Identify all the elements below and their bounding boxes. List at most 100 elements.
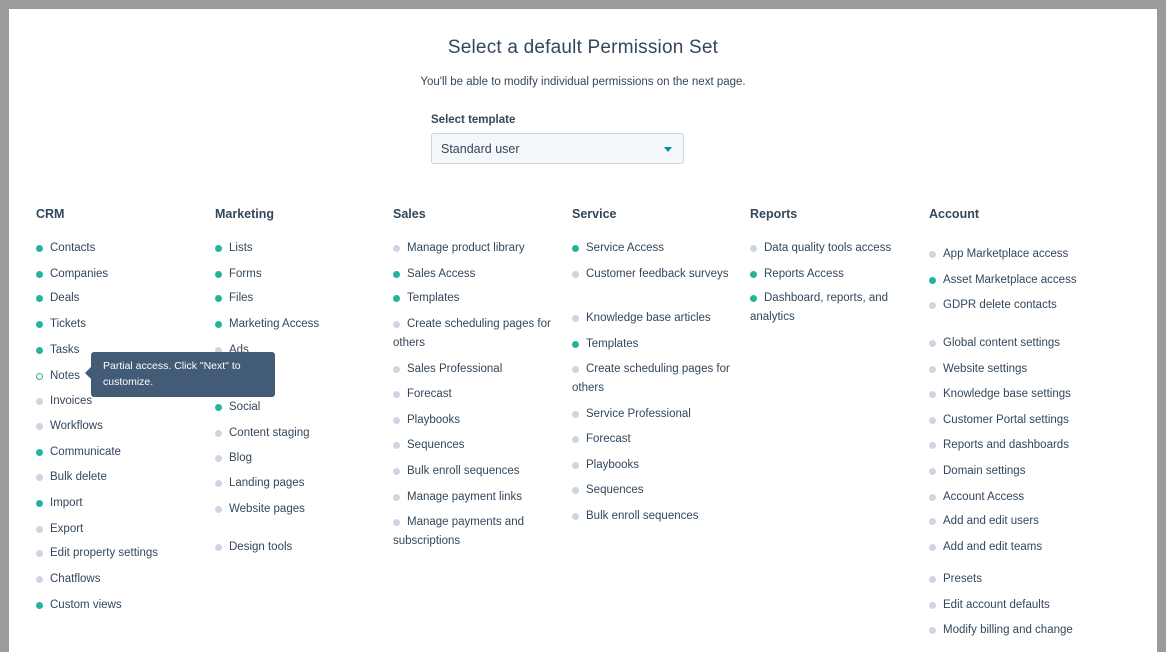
permission-item[interactable]: Landing pages xyxy=(215,474,383,493)
permission-item[interactable]: Service Professional xyxy=(572,405,740,424)
permission-item[interactable]: Companies xyxy=(36,265,204,284)
permission-item[interactable]: Edit account defaults xyxy=(929,596,1097,615)
permission-item[interactable]: Data quality tools access xyxy=(750,239,918,258)
permission-item[interactable]: Forms xyxy=(215,265,383,284)
status-dot-icon xyxy=(215,455,222,462)
permission-item[interactable]: Service Access xyxy=(572,239,740,258)
permission-item[interactable]: Sales Professional xyxy=(393,360,561,379)
permission-item[interactable]: Deals xyxy=(36,289,204,308)
permission-item[interactable]: Reports Access xyxy=(750,265,918,284)
permission-item[interactable]: Templates xyxy=(572,335,740,354)
permission-item[interactable]: Knowledge base settings xyxy=(929,385,1097,404)
permission-item[interactable]: Website pages xyxy=(215,500,383,519)
permission-item[interactable]: Tickets xyxy=(36,315,204,334)
permission-label: Export xyxy=(50,523,84,535)
permission-item[interactable]: GDPR delete contacts xyxy=(929,296,1097,315)
permission-item[interactable]: Add and edit teams xyxy=(929,538,1097,557)
permission-item[interactable]: Knowledge base articles xyxy=(572,309,740,328)
permission-label: Landing pages xyxy=(229,477,305,489)
status-dot-icon xyxy=(750,245,757,252)
permission-item[interactable]: Sequences xyxy=(393,436,561,455)
status-dot-icon xyxy=(215,271,222,278)
permission-label: Manage payment links xyxy=(407,491,523,503)
permission-label: Playbooks xyxy=(586,459,640,471)
permission-label: Bulk delete xyxy=(50,471,107,483)
page-subtitle: You'll be able to modify individual perm… xyxy=(420,76,746,88)
permission-item[interactable]: Add and edit users xyxy=(929,512,1097,531)
permission-item[interactable]: Playbooks xyxy=(572,456,740,475)
status-dot-icon xyxy=(393,366,400,373)
permission-item[interactable]: Custom views xyxy=(36,596,204,615)
status-dot-icon xyxy=(929,518,936,525)
status-dot-icon xyxy=(929,494,936,501)
permission-label: Files xyxy=(229,292,254,304)
permission-label: Manage product library xyxy=(407,242,525,254)
permission-item[interactable]: Templates xyxy=(393,289,561,308)
permission-item[interactable]: Modify billing and change xyxy=(929,621,1097,640)
permission-item[interactable]: Website settings xyxy=(929,360,1097,379)
permission-item[interactable]: Edit property settings xyxy=(36,544,204,563)
permission-item[interactable]: Import xyxy=(36,494,204,513)
permission-item[interactable]: Communicate xyxy=(36,443,204,462)
permission-item[interactable]: Dashboard, reports, and analytics xyxy=(750,289,918,327)
status-dot-icon xyxy=(393,271,400,278)
permission-item[interactable]: Manage payments and subscriptions xyxy=(393,513,561,551)
template-select[interactable]: Standard user xyxy=(431,133,684,164)
permission-item[interactable]: Bulk delete xyxy=(36,468,204,487)
status-dot-icon xyxy=(36,245,43,252)
permission-label: Forecast xyxy=(586,433,631,445)
permission-item[interactable]: Blog xyxy=(215,449,383,468)
permission-item[interactable]: Social xyxy=(215,398,383,417)
permission-label: Reports Access xyxy=(764,268,844,280)
permission-item[interactable]: Marketing Access xyxy=(215,315,383,334)
column-sales: Sales Manage product library Sales Acces… xyxy=(393,207,563,547)
permission-label: Edit property settings xyxy=(50,547,159,559)
permission-item[interactable]: Workflows xyxy=(36,417,204,436)
permission-item[interactable]: Asset Marketplace access xyxy=(929,271,1097,290)
permission-item[interactable]: Sequences xyxy=(572,481,740,500)
permission-item[interactable]: Create scheduling pages for others xyxy=(393,315,561,353)
permission-item[interactable]: Contacts xyxy=(36,239,204,258)
permission-item[interactable]: Sales Access xyxy=(393,265,561,284)
permission-item[interactable]: Content staging xyxy=(215,424,383,443)
template-selected-value: Standard user xyxy=(441,142,520,156)
permission-item[interactable]: Create scheduling pages for others xyxy=(572,360,740,398)
permission-label: Service Professional xyxy=(586,408,691,420)
permission-label: Communicate xyxy=(50,446,121,458)
permission-item[interactable]: Design tools xyxy=(215,538,383,557)
status-dot-icon xyxy=(215,295,222,302)
permission-item[interactable]: Manage product library xyxy=(393,239,561,258)
permission-label: Content staging xyxy=(229,427,310,439)
permission-label: Dashboard, reports, and analytics xyxy=(750,292,889,323)
status-dot-icon xyxy=(36,373,43,380)
permission-item[interactable]: Forecast xyxy=(572,430,740,449)
permission-item[interactable]: Bulk enroll sequences xyxy=(572,507,740,526)
tooltip-text: Partial access. Click "Next" to customiz… xyxy=(103,360,241,388)
permission-item[interactable]: Export xyxy=(36,520,204,539)
permission-label: Blog xyxy=(229,452,253,464)
permission-label: Add and edit teams xyxy=(943,541,1043,553)
permission-item[interactable]: Playbooks xyxy=(393,411,561,430)
permission-item[interactable]: Reports and dashboards xyxy=(929,436,1097,455)
permission-item[interactable]: Customer feedback surveys xyxy=(572,265,740,284)
status-dot-icon xyxy=(215,480,222,487)
permission-item[interactable]: Bulk enroll sequences xyxy=(393,462,561,481)
permission-item[interactable]: Files xyxy=(215,289,383,308)
permission-item[interactable]: Account Access xyxy=(929,488,1097,507)
permission-item[interactable]: Presets xyxy=(929,570,1097,589)
permission-label: Tickets xyxy=(50,318,86,330)
permission-item[interactable]: Chatflows xyxy=(36,570,204,589)
permission-label: Knowledge base settings xyxy=(943,388,1071,400)
permission-label: Notes xyxy=(50,370,81,382)
permission-item[interactable]: Domain settings xyxy=(929,462,1097,481)
permission-item[interactable]: Forecast xyxy=(393,385,561,404)
permission-item[interactable]: Manage payment links xyxy=(393,488,561,507)
status-dot-icon xyxy=(572,341,579,348)
permission-item[interactable]: Lists xyxy=(215,239,383,258)
status-dot-icon xyxy=(929,417,936,424)
permission-item[interactable]: Customer Portal settings xyxy=(929,411,1097,430)
permission-item[interactable]: App Marketplace access xyxy=(929,245,1097,264)
permission-item[interactable]: Global content settings xyxy=(929,334,1097,353)
status-dot-icon xyxy=(572,513,579,520)
status-dot-icon xyxy=(750,295,757,302)
